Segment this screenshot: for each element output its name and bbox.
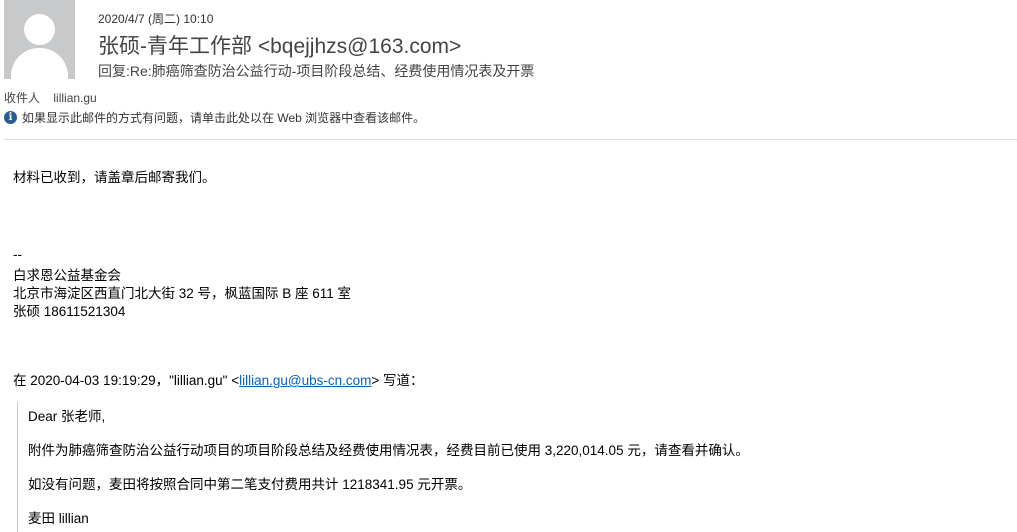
recipient-label: 收件人: [4, 91, 41, 105]
email-date: 2020/4/7 (周二) 10:10: [98, 12, 214, 26]
avatar-head-shape: [24, 14, 55, 45]
header-divider: [4, 139, 1017, 140]
quoted-paragraph-2: 如没有问题，麦田将按照合同中第二笔支付费用共计 1218341.95 元开票。: [28, 477, 472, 492]
avatar-body-shape: [11, 48, 68, 79]
quoted-paragraph-3: 麦田 lillian: [28, 511, 89, 526]
info-bar-text[interactable]: 如果显示此邮件的方式有问题，请单击此处以在 Web 浏览器中查看该邮件。: [22, 109, 425, 126]
info-icon: i: [4, 111, 17, 124]
sender-avatar[interactable]: [4, 0, 75, 79]
reply-attribution-prefix: 在 2020-04-03 19:19:29，"lillian.gu" <: [13, 373, 240, 388]
signature-separator: --: [13, 247, 22, 262]
reply-body-line: 材料已收到，请盖章后邮寄我们。: [13, 170, 216, 185]
signature-org: 白求恩公益基金会: [13, 268, 121, 283]
reply-attribution: 在 2020-04-03 19:19:29，"lillian.gu" <lill…: [13, 369, 424, 389]
quote-bar: [17, 402, 18, 532]
quoted-greeting: Dear 张老师,: [28, 409, 106, 424]
quoted-paragraph-1: 附件为肺癌筛查防治公益行动项目的项目阶段总结及经费使用情况表，经费目前已使用 3…: [28, 443, 749, 458]
email-subject: 回复:Re:肺癌筛查防治公益行动-项目阶段总结、经费使用情况表及开票: [98, 63, 535, 79]
recipient-row: 收件人 lillian.gu: [4, 89, 97, 106]
recipient-name[interactable]: lillian.gu: [53, 91, 96, 105]
info-bar[interactable]: i 如果显示此邮件的方式有问题，请单击此处以在 Web 浏览器中查看该邮件。: [4, 109, 425, 126]
reply-email-link[interactable]: lillian.gu@ubs-cn.com: [239, 373, 371, 388]
reply-attribution-suffix: > 写道：: [371, 373, 424, 388]
email-sender[interactable]: 张硕-青年工作部 <bqejjhzs@163.com>: [98, 30, 461, 60]
signature-contact: 张硕 18611521304: [13, 304, 126, 319]
signature-address: 北京市海淀区西直门北大街 32 号，枫蓝国际 B 座 611 室: [13, 286, 352, 301]
